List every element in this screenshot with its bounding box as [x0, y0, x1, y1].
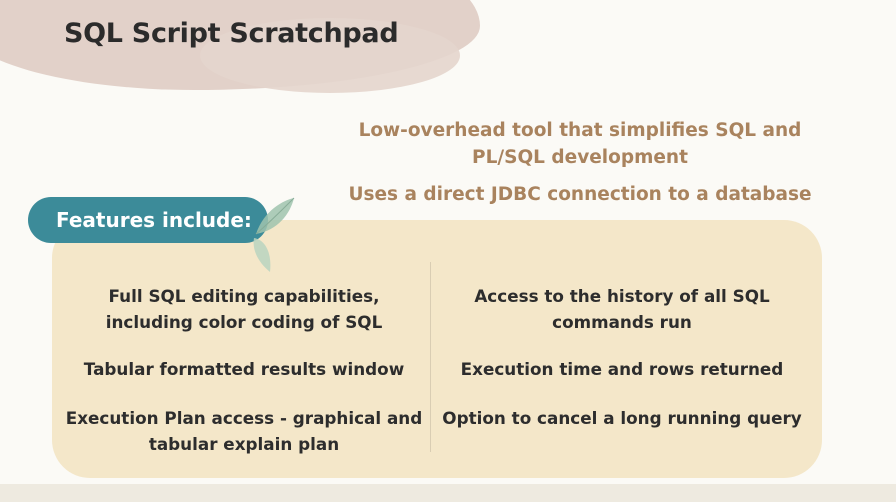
features-label: Features include: — [56, 208, 252, 232]
feature-command-history: Access to the history of all SQL command… — [474, 286, 770, 332]
feature-execution-time: Execution time and rows returned — [460, 359, 784, 379]
leaf-icon — [253, 197, 295, 272]
slide-title: SQL Script Scratchpad — [64, 18, 399, 49]
feature-sql-editing: Full SQL editing capabilities, including… — [105, 286, 383, 332]
feature-results-window: Tabular formatted results window — [83, 359, 405, 379]
subtitle-overview: Low-overhead tool that simplifies SQL an… — [358, 120, 802, 168]
feature-execution-plan: Execution Plan access - graphical and ta… — [65, 408, 423, 454]
bottom-texture-strip — [0, 484, 896, 502]
column-divider — [430, 262, 431, 452]
feature-cancel-query: Option to cancel a long running query — [442, 408, 802, 428]
subtitle-connection: Uses a direct JDBC connection to a datab… — [348, 184, 812, 205]
